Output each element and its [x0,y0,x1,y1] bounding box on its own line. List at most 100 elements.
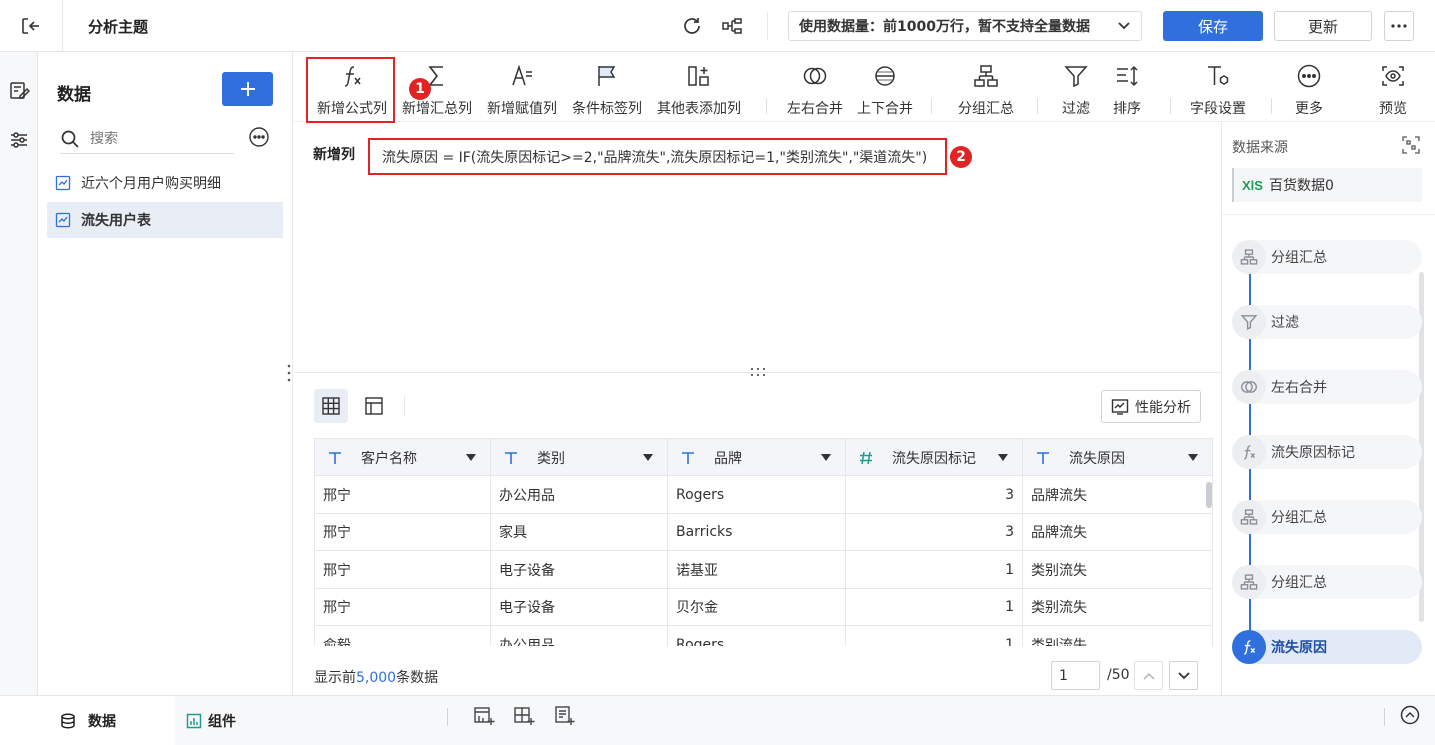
sidebar-title: 数据 [57,85,91,105]
layout-switch-icon[interactable] [1402,136,1420,154]
chevron-down-icon [1118,22,1130,30]
sort-caret-icon[interactable] [821,454,831,461]
table-row: 邢宁 办公用品 Rogers 3 品牌流失 [314,476,1213,514]
save-button[interactable]: 保存 [1163,11,1263,41]
number-type-icon [860,451,872,464]
collapse-up-icon[interactable] [1400,705,1420,725]
sort-button[interactable]: 排序 [1102,52,1152,122]
divider [62,0,63,52]
more-options-button[interactable] [1384,11,1414,41]
table-cell: 俞毅 [314,626,491,646]
data-amount-value: 使用数据量：前1000万行，暂不支持全量数据 [799,19,1090,35]
performance-analysis-button[interactable]: 性能分析 [1101,390,1201,423]
group-icon [974,65,998,87]
sort-caret-icon[interactable] [643,454,653,461]
table-cell: 电子设备 [491,551,668,588]
flow-step[interactable]: 左右合并 [1232,370,1422,404]
exit-icon[interactable] [18,14,42,38]
add-report-icon[interactable] [553,705,575,727]
sidebar-item-label: 流失用户表 [81,213,151,229]
tab-component[interactable]: 组件 [186,696,236,745]
sidebar-item-churn-table[interactable]: 流失用户表 [47,202,283,238]
add-assign-column-button[interactable]: 新增赋值列 [482,52,562,122]
add-dashboard-icon[interactable] [473,705,495,727]
data-edit-icon[interactable] [8,79,30,101]
divider [1222,214,1435,215]
divider [767,12,768,40]
formula-editor[interactable]: 流失原因 = IF(流失原因标记>=2,"品牌流失",流失原因标记=1,"类别流… [368,138,947,175]
filter-icon [1064,66,1088,88]
table-cell: 类别流失 [1023,551,1213,588]
prev-page-button[interactable] [1134,661,1163,690]
column-header[interactable]: 流失原因标记 [846,439,1023,476]
next-page-button[interactable] [1169,661,1198,690]
column-header[interactable]: 品牌 [668,439,846,476]
update-button[interactable]: 更新 [1274,11,1372,41]
data-preview-table: 客户名称 类别 品牌 流失原因标记 流失原因 邢宁 办公用品 Rogers 3 … [314,438,1213,646]
search-input[interactable] [90,130,220,147]
chart-icon [186,713,202,729]
table-view-button[interactable] [314,389,348,423]
table-cell: 办公用品 [491,626,668,646]
drag-handle-icon[interactable] [748,366,768,378]
table-cell: Barricks [668,513,846,551]
sort-caret-icon[interactable] [466,454,476,461]
table-cell: 1 [846,551,1023,588]
chevron-down-icon [1177,671,1190,679]
filter-button[interactable]: 过滤 [1050,52,1102,122]
lineage-icon[interactable] [721,15,743,37]
step-badge-2: 2 [950,146,972,168]
table-cell: 电子设备 [491,588,668,626]
flow-step[interactable]: 分组汇总 [1232,565,1422,599]
tab-data[interactable]: 数据 [0,696,175,745]
add-data-button[interactable] [222,72,273,106]
flow-step-current[interactable]: 流失原因 [1232,630,1422,664]
merge-horizontal-button[interactable]: 左右合并 [780,52,850,122]
sidebar-more-icon[interactable] [248,126,270,148]
performance-icon [1111,398,1129,415]
preview-button[interactable]: 预览 [1368,52,1418,122]
merge-vertical-button[interactable]: 上下合并 [850,52,920,122]
bottom-bar: 数据 组件 [0,695,1435,745]
field-settings-button[interactable]: 字段设置 [1180,52,1256,122]
flow-source-node[interactable]: XlS 百货数据0 [1232,168,1422,202]
table-cell: 家具 [491,513,668,551]
resize-handle[interactable] [286,362,292,384]
left-rail [0,52,38,695]
column-header[interactable]: 客户名称 [314,439,491,476]
data-amount-select[interactable]: 使用数据量：前1000万行，暂不支持全量数据 [788,11,1142,41]
flow-step[interactable]: 分组汇总 [1232,500,1422,534]
more-operations-button[interactable]: 更多 [1284,52,1334,122]
table-cell: Rogers [668,626,846,646]
database-icon [61,713,75,729]
flow-title: 数据来源 [1232,140,1288,156]
layout-view-button[interactable] [357,389,391,423]
preview-icon [1382,66,1404,86]
flow-step[interactable]: 分组汇总 [1232,240,1422,274]
add-column-from-table-button[interactable]: 其他表添加列 [652,52,746,122]
sort-caret-icon[interactable] [1188,454,1198,461]
add-column-icon [688,66,709,86]
group-summary-button[interactable]: 分组汇总 [946,52,1026,122]
page-number-input[interactable]: 1 [1051,661,1100,690]
table-cell: 类别流失 [1023,626,1213,646]
column-header[interactable]: 流失原因 [1023,439,1213,476]
refresh-icon[interactable] [681,15,703,37]
flow-step[interactable]: 流失原因标记 [1232,435,1422,469]
add-component-icon[interactable] [513,705,535,727]
field-settings-icon [1208,66,1229,85]
table-cell: 邢宁 [314,476,491,513]
divider [766,98,767,114]
table-scrollbar[interactable] [1206,482,1212,508]
excel-icon: XlS [1242,177,1263,193]
sidebar-item-purchase-detail[interactable]: 近六个月用户购买明细 [47,165,283,201]
sliders-icon[interactable] [8,129,30,151]
table-row: 俞毅 办公用品 Rogers 1 类别流失 [314,626,1213,646]
page-total: /50 [1107,667,1130,683]
column-header[interactable]: 类别 [491,439,668,476]
condition-tag-column-button[interactable]: 条件标签列 [567,52,647,122]
table-cell: 诺基亚 [668,551,846,588]
table-cell: 品牌流失 [1023,513,1213,551]
sort-caret-icon[interactable] [998,454,1008,461]
flow-step[interactable]: 过滤 [1232,305,1422,339]
